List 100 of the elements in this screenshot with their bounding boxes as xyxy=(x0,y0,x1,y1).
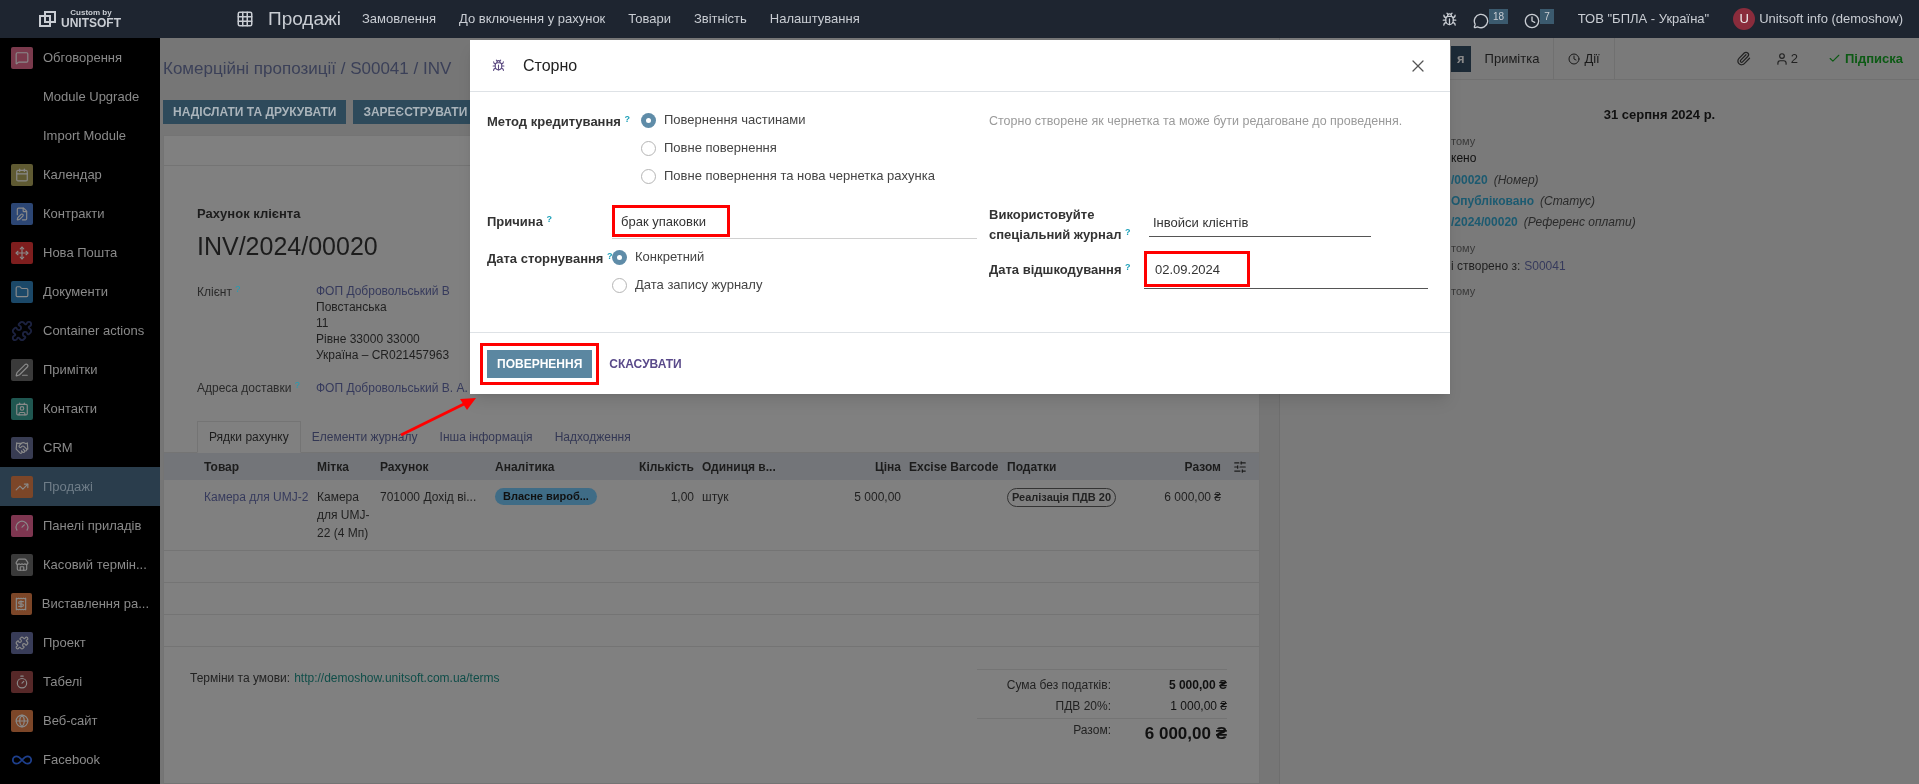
radio-button[interactable] xyxy=(612,277,627,293)
radio-button[interactable] xyxy=(641,140,656,156)
log-note-tab[interactable]: Примітка xyxy=(1470,37,1555,80)
chat-icon[interactable] xyxy=(1473,13,1490,29)
breadcrumb: Комерційні пропозиції / S00041 / INV xyxy=(163,58,452,81)
column-header[interactable]: Excise Barcode xyxy=(905,457,1003,476)
sidebar-item[interactable]: Facebook xyxy=(0,740,160,779)
radio-label[interactable]: Повне повернення та нова чернетка рахунка xyxy=(664,166,935,186)
menu-item[interactable]: Налаштування xyxy=(769,9,860,29)
sidebar-item[interactable]: Табелі xyxy=(0,662,160,701)
table-cell-text: 701000 Дохід ві... xyxy=(379,489,478,506)
total-label: Сума без податків: xyxy=(1006,677,1111,694)
tracking-value: /2024/00020 xyxy=(1451,213,1518,231)
activities-tab[interactable]: Дії xyxy=(1554,37,1615,80)
counter-badge: 7 xyxy=(1540,9,1554,24)
app-title: Продажі xyxy=(268,6,341,31)
sidebar-item[interactable]: CRM xyxy=(0,428,160,467)
table-cell-text: штук xyxy=(701,489,730,506)
counter-badge: 18 xyxy=(1489,9,1509,24)
sidebar-item[interactable]: Панелі приладів xyxy=(0,506,160,545)
field-label: Використовуйте спеціальний журнал $^{?}$ xyxy=(989,206,1132,244)
refund-button[interactable]: ПОВЕРНЕННЯ xyxy=(487,349,593,378)
radio-label[interactable]: Конкретний xyxy=(635,247,705,267)
send-message-button[interactable]: я xyxy=(1451,45,1471,72)
sidebar-item[interactable]: Проект xyxy=(0,623,160,662)
bug-icon[interactable] xyxy=(1442,11,1458,27)
invoice-number: INV/2024/00020 xyxy=(197,230,378,262)
radio-label[interactable]: Повне повернення xyxy=(664,138,777,158)
radio-button[interactable] xyxy=(612,249,627,265)
table-cell-text: 6 000,00 ₴ xyxy=(1163,489,1222,506)
company-name[interactable]: ТОВ "БПЛА - Україна" xyxy=(1577,9,1710,29)
logo-name: UNITSOFT xyxy=(61,17,121,29)
sidebar-item[interactable]: Обговорення xyxy=(0,38,160,77)
sidebar-item[interactable]: Контакти xyxy=(0,389,160,428)
terms-label: Терміни та умови: xyxy=(190,670,291,687)
sidebar-item[interactable]: Module Upgrade xyxy=(0,77,160,116)
clock-icon xyxy=(1568,52,1581,65)
total-label: Разом: xyxy=(1073,722,1111,739)
followers-count[interactable]: 2 xyxy=(1790,48,1798,69)
attachment-icon[interactable] xyxy=(1735,51,1751,66)
menu-item[interactable]: Товари xyxy=(628,9,671,29)
tracking-value: Опубліковано xyxy=(1451,192,1534,210)
info-note: Сторно створене як чернетка та може бути редаговане до проведення. xyxy=(989,113,1404,130)
menu-item[interactable]: До включення у рахунок xyxy=(459,9,606,29)
column-settings-icon[interactable] xyxy=(1233,459,1247,474)
radio-button[interactable] xyxy=(641,168,656,184)
field-label: Метод кредитування $^{?}$ xyxy=(487,112,631,131)
column-header[interactable]: Мітка xyxy=(313,457,376,476)
clock-icon[interactable] xyxy=(1524,13,1541,29)
user-name[interactable]: Unitsoft info (demoshow) xyxy=(1759,9,1903,29)
field-label: Клієнт $^{?}$ xyxy=(197,283,242,301)
sidebar-item[interactable]: Примітки xyxy=(0,350,160,389)
action-button[interactable]: НАДІСЛАТИ ТА ДРУКУВАТИ xyxy=(163,100,347,124)
sidebar-item[interactable]: Касовий термін... xyxy=(0,545,160,584)
column-header[interactable]: Разом xyxy=(1120,457,1225,476)
sidebar-item[interactable]: Import Module xyxy=(0,116,160,155)
table-cell-text: 1,00 xyxy=(669,489,695,506)
address-line: Україна – CR021457963 xyxy=(316,347,450,363)
tracking-field: (Статус) xyxy=(1540,191,1595,210)
date-separator: 31 серпня 2024 р. xyxy=(1603,106,1716,124)
cancel-button[interactable]: СКАСУВАТИ xyxy=(609,354,682,373)
total-value: 1 000,00 ₴ xyxy=(1169,698,1227,715)
radio-label[interactable]: Повернення частинами xyxy=(664,110,806,130)
column-header[interactable]: Одиниця в... xyxy=(698,457,808,476)
menu-item[interactable]: Звітність xyxy=(693,9,747,29)
sidebar-item[interactable]: Container actions xyxy=(0,311,160,350)
sidebar-item[interactable]: Нова Пошта xyxy=(0,233,160,272)
address-line: Повстанська xyxy=(316,299,388,315)
followers-icon[interactable] xyxy=(1774,51,1789,66)
form-tab[interactable]: Рядки рахунку xyxy=(197,421,301,453)
column-header[interactable]: Товар xyxy=(200,457,313,476)
column-header[interactable]: Ціна xyxy=(808,457,905,476)
column-header[interactable]: Рахунок xyxy=(376,457,491,476)
total-value: 5 000,00 ₴ xyxy=(1167,677,1227,694)
reason-field[interactable]: брак упаковки xyxy=(612,205,977,239)
sidebar-item[interactable]: Виставлення ра... xyxy=(0,584,160,623)
radio-label[interactable]: Дата запису журналу xyxy=(635,275,763,295)
column-header[interactable]: Аналітика xyxy=(491,457,603,476)
sidebar-item[interactable]: Веб-сайт xyxy=(0,701,160,740)
field-label: Адреса доставки $^{?}$ xyxy=(197,379,301,397)
table-cell-text: Камера для UMJ-2 xyxy=(203,489,310,506)
check-icon xyxy=(1827,52,1841,65)
bug-icon xyxy=(492,59,505,72)
message-text: і створено з: xyxy=(1451,257,1521,275)
user-avatar[interactable]: U xyxy=(1733,8,1756,30)
refund-date-field[interactable]: 02.09.2024 xyxy=(1144,251,1428,289)
radio-button[interactable] xyxy=(641,112,656,128)
message-time: тому xyxy=(1451,133,1477,149)
sidebar-item[interactable]: Документи xyxy=(0,272,160,311)
tracking-value: /00020 xyxy=(1451,171,1488,189)
apps-menu-icon[interactable] xyxy=(236,10,254,28)
message-time: тому xyxy=(1451,241,1477,256)
menu-item[interactable]: Замовлення xyxy=(361,9,437,29)
column-header[interactable]: Кількість xyxy=(603,457,698,476)
sidebar-item[interactable]: Контракти xyxy=(0,194,160,233)
field-label: Дата сторнування $^{?}$ xyxy=(487,249,613,268)
document-type: Рахунок клієнта xyxy=(197,205,301,223)
column-header[interactable]: Податки xyxy=(1003,457,1120,476)
sidebar-item[interactable]: Календар xyxy=(0,155,160,194)
journal-field[interactable]: Інвойси клієнтів xyxy=(1153,212,1367,233)
